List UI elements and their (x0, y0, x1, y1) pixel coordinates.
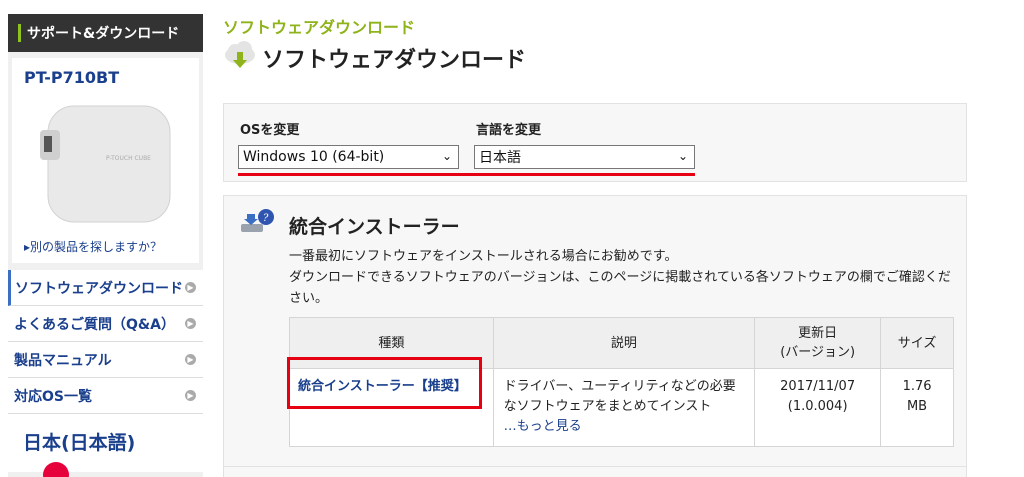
header-accent-bar (18, 24, 21, 42)
sidebar-menu: ソフトウェアダウンロード ▶ よくあるご質問（Q&A） ▶ 製品マニュアル ▶ … (8, 270, 203, 414)
chevron-right-icon: ▶ (185, 318, 196, 329)
os-language-panel: OSを変更 Windows 10 (64-bit) ⌄ 言語を変更 日本語 ⌄ (223, 103, 967, 182)
os-select[interactable]: Windows 10 (64-bit) ⌄ (238, 145, 459, 169)
installer-desc-line: ダウンロードできるソフトウェアのバージョンは、このページに掲載されている各ソフト… (289, 270, 951, 306)
installer-description: 一番最初にソフトウェアをインストールされる場合にお勧めです。 ダウンロードできる… (289, 246, 959, 309)
product-name: PT-P710BT (24, 68, 120, 87)
region-label: 日本(日本語) (23, 432, 136, 454)
highlight-box (287, 357, 482, 409)
sidebar-header: サポート&ダウンロード (8, 14, 203, 52)
sidebar-item-label: よくあるご質問（Q&A） (14, 316, 175, 333)
chevron-right-icon: ▶ (185, 354, 196, 365)
product-image-text: P-TOUCH CUBE (106, 155, 151, 162)
sidebar-item-faq[interactable]: よくあるご質問（Q&A） ▶ (8, 306, 203, 342)
more-link[interactable]: …もっと見る (504, 419, 582, 434)
language-label: 言語を変更 (476, 123, 542, 138)
cell-size: 1.76 MB (880, 368, 954, 447)
installer-icon: ? (241, 209, 274, 232)
row-description: ドライバー、ユーティリティなどの必要なソフトウェアをまとめてインスト (503, 379, 736, 414)
os-label: OSを変更 (240, 123, 300, 138)
sidebar-item-os-list[interactable]: 対応OS一覧 ▶ (8, 378, 203, 414)
installer-desc-line: 一番最初にソフトウェアをインストールされる場合にお勧めです。 (289, 249, 678, 264)
page-title: ソフトウェアダウンロード (262, 48, 527, 73)
language-select[interactable]: 日本語 ⌄ (474, 145, 695, 169)
installer-title: 統合インストーラー (289, 216, 460, 238)
chevron-down-icon: ⌄ (441, 149, 452, 163)
next-panel (223, 466, 967, 477)
cell-updated: 2017/11/07 (1.0.004) (754, 368, 882, 447)
cell-description: ドライバー、ユーティリティなどの必要なソフトウェアをまとめてインスト …もっと見… (492, 368, 756, 447)
installer-panel: ? 統合インストーラー 一番最初にソフトウェアをインストールされる場合にお勧めで… (223, 195, 967, 477)
svg-text:?: ? (263, 213, 269, 224)
sidebar-item-label: 対応OS一覧 (14, 388, 92, 405)
flag-icon (43, 462, 69, 477)
region-selector[interactable]: 日本(日本語) (8, 414, 203, 477)
chevron-right-icon: ▶ (185, 390, 196, 401)
sidebar-item-manual[interactable]: 製品マニュアル ▶ (8, 342, 203, 378)
language-select-value: 日本語 (479, 150, 521, 166)
header-description: 説明 (492, 317, 756, 369)
sidebar-item-label: ソフトウェアダウンロード (15, 280, 183, 297)
chevron-right-icon: ▶ (185, 282, 196, 293)
product-image: P-TOUCH CUBE (40, 105, 171, 223)
other-product-link[interactable]: ▸別の製品を探しますか？ (24, 238, 162, 255)
os-select-value: Windows 10 (64-bit) (243, 149, 385, 165)
sidebar: サポート&ダウンロード PT-P710BT P-TOUCH CUBE ▸別の製品… (8, 14, 203, 477)
product-box: PT-P710BT P-TOUCH CUBE ▸別の製品を探しますか？ (12, 58, 199, 263)
chevron-down-icon: ⌄ (677, 149, 688, 163)
sidebar-item-software-download[interactable]: ソフトウェアダウンロード ▶ (8, 270, 203, 306)
sidebar-item-label: 製品マニュアル (14, 352, 112, 369)
breadcrumb: ソフトウェアダウンロード (223, 18, 416, 37)
cloud-download-icon (225, 41, 255, 68)
header-updated: 更新日 (バージョン) (754, 317, 882, 369)
sidebar-header-label: サポート&ダウンロード (27, 26, 180, 42)
header-size: サイズ (880, 317, 954, 369)
highlight-underline (238, 173, 695, 176)
